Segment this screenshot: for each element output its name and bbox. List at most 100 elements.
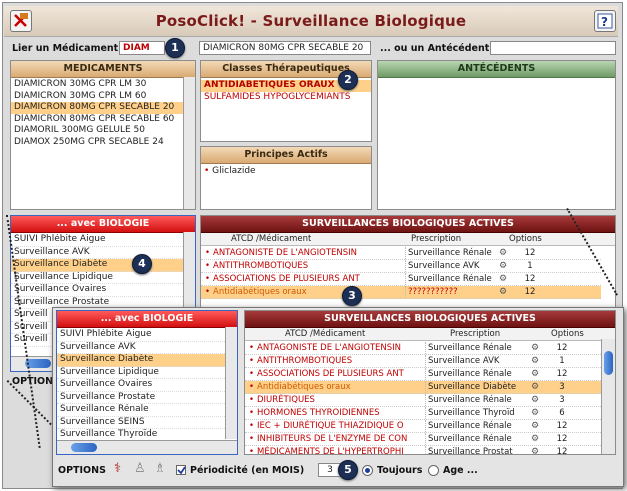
surveillance-row[interactable]: • ANTITHROMBOTIQUES Surveillance AVK ⚙ 1 [201, 260, 601, 273]
biologie-item[interactable]: Surveillance SEINS [57, 417, 227, 429]
radio-selected-dot [365, 468, 370, 473]
person-icon[interactable]: ♙ [134, 461, 146, 476]
options-value[interactable]: 12 [551, 342, 573, 354]
options-icon[interactable]: ⚙ [531, 446, 539, 454]
options-icon[interactable]: ⚙ [531, 394, 539, 406]
options-icon[interactable]: ⚙ [531, 420, 539, 432]
patient-icon[interactable]: ⚕ [114, 461, 121, 476]
scroll-thumb[interactable] [71, 443, 97, 452]
options-value[interactable]: 12 [519, 273, 541, 285]
bullet-icon: • [205, 248, 211, 258]
options-value[interactable]: 12 [551, 368, 573, 380]
medicament-item[interactable]: DIAMORIL 300MG GELULE 50 [11, 125, 183, 137]
options-icon[interactable]: ⚙ [499, 247, 507, 259]
surveillances-scrollbar[interactable] [601, 339, 615, 454]
surveillance-row[interactable]: • ANTAGONISTE DE L'ANGIOTENSIN Surveillanc… [201, 247, 601, 260]
close-icon[interactable] [10, 10, 32, 32]
biologie-item[interactable]: SUIVI Phlébite Aigue [57, 329, 227, 342]
badge-4: 4 [132, 254, 152, 274]
options-value[interactable]: 1 [519, 260, 541, 272]
antecedents-panel: ANTÉCÉDENTS [377, 60, 616, 210]
prescription-cell: Surveillance Rénale [425, 368, 524, 380]
biologie-item[interactable]: Surveillance Ovaires [11, 284, 183, 297]
biologie-item[interactable]: Surveillance Ovaires [57, 379, 227, 392]
options-icon[interactable]: ⚙ [531, 407, 539, 419]
options-value[interactable]: 12 [551, 420, 573, 432]
surveillance-row[interactable]: • INHIBITEURS DE L'ENZYME DE CON Surveilla… [245, 433, 601, 446]
options-icon[interactable]: ⚙ [531, 368, 539, 380]
principes-header: Principes Actifs [201, 147, 371, 164]
options-value[interactable]: 6 [551, 407, 573, 419]
surveillance-row[interactable]: • IEC + DIURÉTIQUE THIAZIDIQUE O Surveilla… [245, 420, 601, 433]
medicaments-scrollbar[interactable] [183, 77, 195, 209]
medicaments-list: DIAMICRON 30MG CPR LM 30 DIAMICRON 30MG C… [11, 79, 183, 148]
options-icon[interactable]: ⚙ [531, 355, 539, 367]
surveillance-row[interactable]: • Antidiabétiques oraux Surveillance Diabè… [245, 381, 601, 394]
options-label-back: OPTION [12, 376, 54, 387]
biologie-panel: ... avec BIOLOGIE SUIVI Phlébite Aigue Su… [56, 310, 238, 455]
medicament-search-input[interactable]: DIAM [119, 41, 165, 55]
medicaments-panel: MEDICAMENTS DIAMICRON 30MG CPR LM 30 DIAM… [10, 60, 196, 210]
badge-3: 3 [342, 286, 362, 306]
surveillance-row[interactable]: • MÉDICAMENTS DE L'HYPERTROPHI Surveillanc… [245, 446, 601, 454]
options-value[interactable]: 1 [551, 355, 573, 367]
medicament-label: Lier un Médicament: [12, 43, 123, 54]
bullet-icon: • [249, 356, 255, 366]
options-icon[interactable]: ⚙ [499, 273, 507, 285]
medicament-item[interactable]: DIAMICRON 30MG CPR LM 60 [11, 91, 183, 103]
options-icon[interactable]: ⚙ [531, 433, 539, 445]
biologie-item[interactable]: SUIVI Phlébite Aigue [11, 234, 183, 247]
options-icon[interactable]: ⚙ [499, 260, 507, 272]
scroll-thumb[interactable] [604, 351, 613, 375]
surveillances-header-back: SURVEILLANCES BIOLOGIQUES ACTIVES [201, 216, 615, 233]
surveillance-row[interactable]: • ANTITHROMBOTIQUES Surveillance AVK ⚙ 1 [245, 355, 601, 368]
biologie-hscroll[interactable] [57, 440, 237, 454]
periodicite-checkbox[interactable] [176, 465, 186, 475]
options-icon[interactable]: ⚙ [499, 286, 507, 298]
bullet-icon: • [204, 166, 213, 176]
badge-5: 5 [338, 460, 358, 480]
biologie-item[interactable]: Surveillance Lipidique [11, 272, 183, 284]
options-value[interactable]: 3 [551, 381, 573, 393]
antecedent-search-input[interactable] [490, 41, 616, 55]
biologie-list: SUIVI Phlébite Aigue Surveillance AVK Surv… [57, 329, 227, 442]
surveillance-row[interactable]: • ASSOCIATIONS DE PLUSIEURS ANT Surveillan… [201, 273, 601, 286]
options-value[interactable]: 12 [519, 247, 541, 259]
options-value[interactable]: 12 [551, 446, 573, 454]
surveillances-rows: • ANTAGONISTE DE L'ANGIOTENSIN Surveillanc… [245, 342, 601, 454]
options-icon[interactable]: ⚙ [531, 381, 539, 393]
medicament-item[interactable]: DIAMICRON 80MG CPR SECABLE 60 [11, 114, 183, 126]
surveillance-row[interactable]: • DIURÉTIQUES Surveillance Rénale ⚙ 3 [245, 394, 601, 407]
biologie-item[interactable]: Surveillance Diabète [57, 354, 227, 367]
surveillance-row[interactable]: • Antidiabétiques oraux??????????? ⚙ 12 [201, 286, 601, 299]
biologie-item[interactable]: Surveillance AVK [11, 247, 183, 259]
medicament-item[interactable]: DIAMOX 250MG CPR SECABLE 24 [11, 137, 183, 149]
atcd-cell: IEC + DIURÉTIQUE THIAZIDIQUE O [257, 421, 404, 431]
options-value[interactable]: 12 [551, 433, 573, 445]
biologie-item[interactable]: Surveillance Lipidique [57, 367, 227, 379]
surveillance-row[interactable]: • HORMONES THYROIDIENNES Surveillance Thyr… [245, 407, 601, 420]
atcd-cell: ASSOCIATIONS DE PLUSIEURS ANT [213, 274, 360, 284]
options-value[interactable]: 3 [551, 394, 573, 406]
surveillance-row[interactable]: • ASSOCIATIONS DE PLUSIEURS ANT Surveillan… [245, 368, 601, 381]
person-group-icon[interactable]: ♗ [154, 461, 166, 476]
principe-item[interactable]: • Gliclazide [201, 166, 371, 178]
options-value[interactable]: 12 [519, 286, 541, 298]
biologie-scrollbar[interactable] [225, 327, 237, 439]
surveillance-row[interactable]: • ANTAGONISTE DE L'ANGIOTENSIN Surveillanc… [245, 342, 601, 355]
bullet-icon: • [249, 343, 255, 353]
surveillances-columns: ATCD /Médicament Prescription Options [245, 328, 615, 341]
medicament-item[interactable]: DIAMICRON 30MG CPR LM 30 [11, 79, 183, 91]
biologie-item[interactable]: Surveillance Rénale [57, 404, 227, 417]
prescription-cell: Surveillance Rénale [425, 420, 524, 432]
options-icon[interactable]: ⚙ [531, 342, 539, 354]
bullet-icon: • [249, 408, 255, 418]
help-icon[interactable]: ? [594, 10, 616, 32]
age-radio[interactable] [428, 465, 439, 476]
biologie-item[interactable]: Surveillance AVK [57, 342, 227, 354]
biologie-item[interactable]: Surveillance Prostate [57, 392, 227, 404]
medicament-item[interactable]: DIAMICRON 80MG CPR SECABLE 20 [11, 102, 183, 114]
toujours-radio[interactable] [362, 465, 373, 476]
biologie-item[interactable]: Surveillance Diabète [11, 259, 183, 272]
class-item[interactable]: SULFAMIDES HYPOGLYCÉMIANTS [201, 92, 371, 104]
